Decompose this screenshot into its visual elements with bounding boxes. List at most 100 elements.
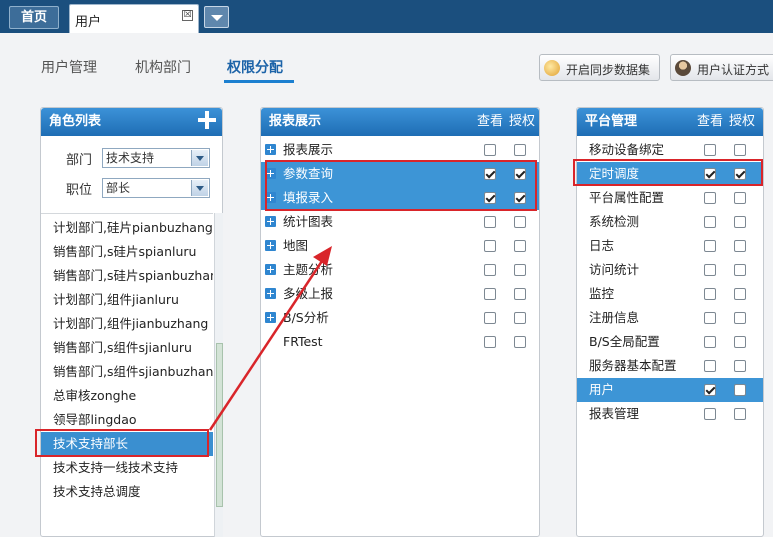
expand-plus-icon[interactable]	[265, 264, 276, 275]
platform-list-row[interactable]: 监控	[577, 282, 763, 306]
grant-checkbox[interactable]	[734, 240, 746, 252]
tab-user[interactable]: 用户 ☒	[69, 4, 199, 33]
report-col-grant: 授权	[509, 114, 536, 129]
grant-checkbox[interactable]	[734, 360, 746, 372]
platform-list-row[interactable]: 服务器基本配置	[577, 354, 763, 378]
view-checkbox[interactable]	[704, 312, 716, 324]
view-checkbox[interactable]	[704, 144, 716, 156]
grant-checkbox[interactable]	[734, 384, 746, 396]
grant-checkbox[interactable]	[514, 312, 526, 324]
grant-checkbox[interactable]	[514, 336, 526, 348]
grant-checkbox[interactable]	[514, 288, 526, 300]
view-checkbox[interactable]	[704, 288, 716, 300]
grant-checkbox[interactable]	[514, 240, 526, 252]
platform-list-row[interactable]: 用户	[577, 378, 763, 402]
grant-checkbox[interactable]	[734, 312, 746, 324]
platform-list-row[interactable]: 报表管理	[577, 402, 763, 426]
expand-plus-icon[interactable]	[265, 240, 276, 251]
role-list-item[interactable]: 销售部门,s硅片spianbuzhang	[41, 264, 213, 288]
active-tab-underline	[224, 80, 294, 83]
role-list-scrollbar[interactable]	[214, 213, 223, 537]
sync-dataset-button[interactable]: 开启同步数据集	[539, 54, 660, 81]
user-auth-method-button[interactable]: 用户认证方式	[670, 54, 773, 81]
tab-permission-assign[interactable]: 权限分配	[227, 57, 283, 77]
report-tree-label: 统计图表	[283, 214, 334, 229]
grant-checkbox[interactable]	[734, 216, 746, 228]
view-checkbox[interactable]	[704, 408, 716, 420]
tab-dropdown-button[interactable]	[204, 6, 229, 28]
platform-list-label: 平台属性配置	[589, 190, 665, 205]
grant-checkbox[interactable]	[734, 144, 746, 156]
expand-plus-icon[interactable]	[265, 144, 276, 155]
role-list-item[interactable]: 总审核zonghe	[41, 384, 213, 408]
role-list-title: 角色列表	[49, 114, 102, 129]
expand-plus-icon[interactable]	[265, 216, 276, 227]
platform-list-row[interactable]: 日志	[577, 234, 763, 258]
annotation-box-role	[35, 429, 209, 457]
view-checkbox[interactable]	[484, 264, 496, 276]
grant-checkbox[interactable]	[514, 144, 526, 156]
role-list-item[interactable]: 计划部门,组件jianluru	[41, 288, 213, 312]
report-tree-row[interactable]: FRTest	[261, 330, 539, 354]
view-checkbox[interactable]	[484, 336, 496, 348]
grant-checkbox[interactable]	[734, 192, 746, 204]
role-list-item[interactable]: 销售部门,s组件sjianbuzhang	[41, 360, 213, 384]
platform-list-label: 报表管理	[589, 406, 640, 421]
view-checkbox[interactable]	[704, 264, 716, 276]
platform-list-row[interactable]: 平台属性配置	[577, 186, 763, 210]
report-tree-row[interactable]: 地图	[261, 234, 539, 258]
report-tree-row[interactable]: 报表展示	[261, 138, 539, 162]
grant-checkbox[interactable]	[514, 216, 526, 228]
platform-list-label: 监控	[589, 286, 615, 301]
expand-plus-icon[interactable]	[265, 312, 276, 323]
report-tree-row[interactable]: 多级上报	[261, 282, 539, 306]
grant-checkbox[interactable]	[734, 264, 746, 276]
platform-list-label: 访问统计	[589, 262, 640, 277]
view-checkbox[interactable]	[704, 336, 716, 348]
tab-org-department[interactable]: 机构部门	[135, 57, 191, 77]
tab-user-management[interactable]: 用户管理	[41, 57, 97, 77]
role-list-item[interactable]: 销售部门,s组件sjianluru	[41, 336, 213, 360]
view-checkbox[interactable]	[484, 144, 496, 156]
grant-checkbox[interactable]	[734, 336, 746, 348]
role-list-item[interactable]: 计划部门,组件jianbuzhang	[41, 312, 213, 336]
report-tree-row[interactable]: 统计图表	[261, 210, 539, 234]
platform-management-header: 平台管理 查看 授权	[577, 108, 763, 136]
role-list-item[interactable]: 计划部门,硅片pianbuzhang	[41, 216, 213, 240]
home-tab[interactable]: 首页	[9, 6, 59, 29]
report-tree-row[interactable]: 主题分析	[261, 258, 539, 282]
plus-icon[interactable]	[198, 111, 216, 129]
report-tree-label: 地图	[283, 238, 309, 253]
grant-checkbox[interactable]	[514, 264, 526, 276]
expand-plus-icon[interactable]	[265, 288, 276, 299]
sync-dataset-label: 开启同步数据集	[566, 63, 651, 77]
close-icon[interactable]: ☒	[182, 10, 193, 21]
view-checkbox[interactable]	[484, 312, 496, 324]
user-icon	[675, 60, 691, 76]
platform-management-title: 平台管理	[585, 114, 638, 129]
grant-checkbox[interactable]	[734, 288, 746, 300]
view-checkbox[interactable]	[704, 360, 716, 372]
user-auth-method-label: 用户认证方式	[697, 63, 770, 77]
grant-checkbox[interactable]	[734, 408, 746, 420]
view-checkbox[interactable]	[704, 384, 716, 396]
view-checkbox[interactable]	[704, 192, 716, 204]
view-checkbox[interactable]	[704, 216, 716, 228]
view-checkbox[interactable]	[484, 288, 496, 300]
role-list-item[interactable]: 技术支持一线技术支持	[41, 456, 213, 480]
role-list-item[interactable]: 销售部门,s硅片spianluru	[41, 240, 213, 264]
report-tree-row[interactable]: B/S分析	[261, 306, 539, 330]
platform-list-row[interactable]: B/S全局配置	[577, 330, 763, 354]
view-checkbox[interactable]	[704, 240, 716, 252]
view-checkbox[interactable]	[484, 216, 496, 228]
platform-list-row[interactable]: 系统检测	[577, 210, 763, 234]
annotation-box-platform	[573, 159, 763, 186]
position-select[interactable]: 部长	[102, 178, 210, 198]
role-list-item[interactable]: 技术支持总调度	[41, 480, 213, 504]
scrollbar-thumb[interactable]	[216, 343, 223, 507]
view-checkbox[interactable]	[484, 240, 496, 252]
department-select[interactable]: 技术支持	[102, 148, 210, 168]
report-display-title: 报表展示	[269, 114, 322, 129]
platform-list-row[interactable]: 访问统计	[577, 258, 763, 282]
platform-list-row[interactable]: 注册信息	[577, 306, 763, 330]
